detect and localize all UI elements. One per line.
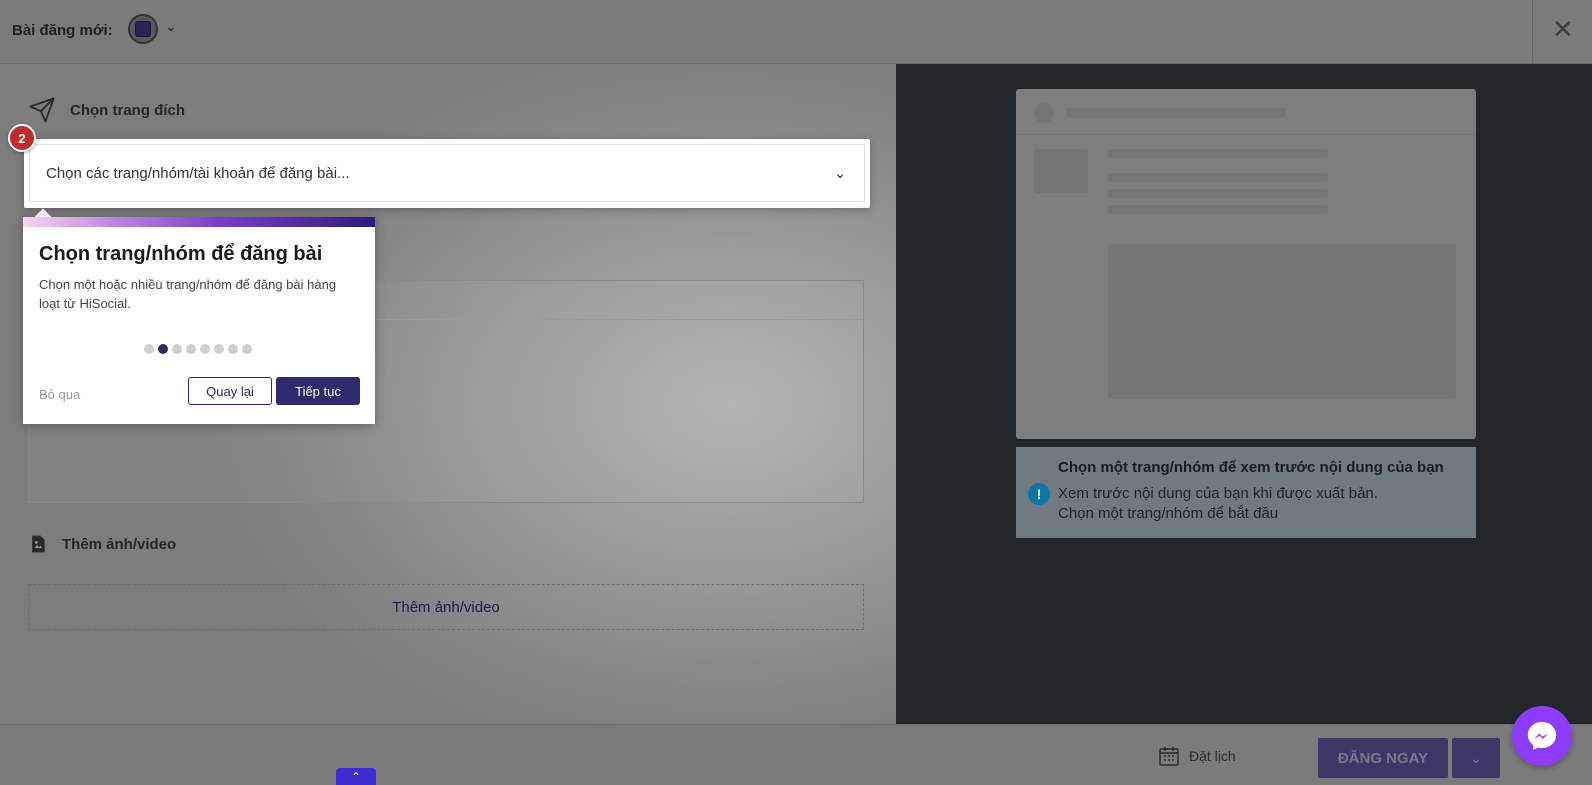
media-section-header: Thêm ảnh/video [28,534,176,554]
next-button[interactable]: Tiếp tục [276,377,360,405]
preview-info-box: ! Chọn một trang/nhóm để xem trước nội d… [1016,447,1476,538]
info-icon: ! [1028,483,1050,505]
messenger-chat-button[interactable] [1512,706,1572,766]
skeleton-header-divider [1016,134,1476,135]
tour-progress-dots [144,344,252,354]
chevron-down-icon: ⌄ [1470,749,1482,766]
skeleton-name [1066,108,1286,118]
page-title: Bài đăng mới: [12,22,113,39]
tour-dot [200,344,210,354]
skeleton-line [1108,149,1328,158]
send-icon [29,97,55,123]
page-avatar-image [135,21,151,37]
target-select-placeholder: Chọn các trang/nhóm/tài khoản để đăng bà… [46,164,350,182]
tour-dot [158,344,168,354]
target-section-header: Chọn trang đích [28,96,185,124]
tour-dot [144,344,154,354]
post-options-button[interactable]: ⌄ [1452,738,1500,778]
tour-dot [228,344,238,354]
post-now-button[interactable]: ĐĂNG NGAY [1318,738,1448,778]
calendar-icon [1159,747,1179,766]
messenger-icon [1527,721,1557,751]
skeleton-thumb [1034,149,1088,193]
tour-title: Chọn trang/nhóm để đăng bài [39,243,323,265]
chevron-up-icon[interactable]: ⌃ [336,768,376,785]
tour-dot [214,344,224,354]
chevron-down-icon[interactable]: ⌄ [165,18,177,35]
target-select-highlight: Chọn các trang/nhóm/tài khoản để đăng bà… [24,139,870,208]
skeleton-line [1108,189,1328,198]
top-header: Bài đăng mới: ⌄ ✕ [0,0,1592,64]
chevron-down-icon: ⌄ [834,165,846,181]
tour-tooltip: Chọn trang/nhóm để đăng bài Chọn một hoặ… [23,208,375,424]
tooltip-accent-bar [23,217,375,227]
preview-info-line: Xem trước nội dung của bạn khi được xuất… [1058,485,1378,502]
back-button[interactable]: Quay lại [188,377,272,405]
image-file-icon [32,535,45,553]
post-preview-placeholder [1016,89,1476,439]
tour-body: Chọn một hoặc nhiều trang/nhóm để đăng b… [39,277,337,311]
schedule-button[interactable]: Đặt lịch [1157,744,1236,768]
target-section-label: Chọn trang đích [70,101,185,119]
skeleton-media [1108,244,1456,399]
target-select[interactable]: Chọn các trang/nhóm/tài khoản để đăng bà… [29,144,865,202]
header-divider [1532,0,1533,64]
preview-info-line: Chọn một trang/nhóm để bắt đầu [1058,505,1279,522]
tour-dot [242,344,252,354]
skip-button[interactable]: Bỏ qua [39,387,80,402]
close-icon[interactable]: ✕ [1552,16,1574,42]
page-avatar[interactable] [128,14,158,44]
skeleton-line [1108,205,1328,214]
media-section-label: Thêm ảnh/video [62,535,177,553]
tour-dot [172,344,182,354]
schedule-label: Đặt lịch [1189,748,1236,764]
skeleton-line [1108,173,1328,182]
tour-step-badge: 2 [8,124,36,152]
bottom-action-bar: ⌃ Đặt lịch ĐĂNG NGAY ⌄ [0,724,1592,785]
tour-dot [186,344,196,354]
add-media-button[interactable]: Thêm ảnh/video [28,584,864,630]
skeleton-avatar [1034,103,1054,123]
preview-info-title: Chọn một trang/nhóm để xem trước nội dun… [1058,459,1444,476]
preview-panel: ! Chọn một trang/nhóm để xem trước nội d… [896,64,1592,724]
